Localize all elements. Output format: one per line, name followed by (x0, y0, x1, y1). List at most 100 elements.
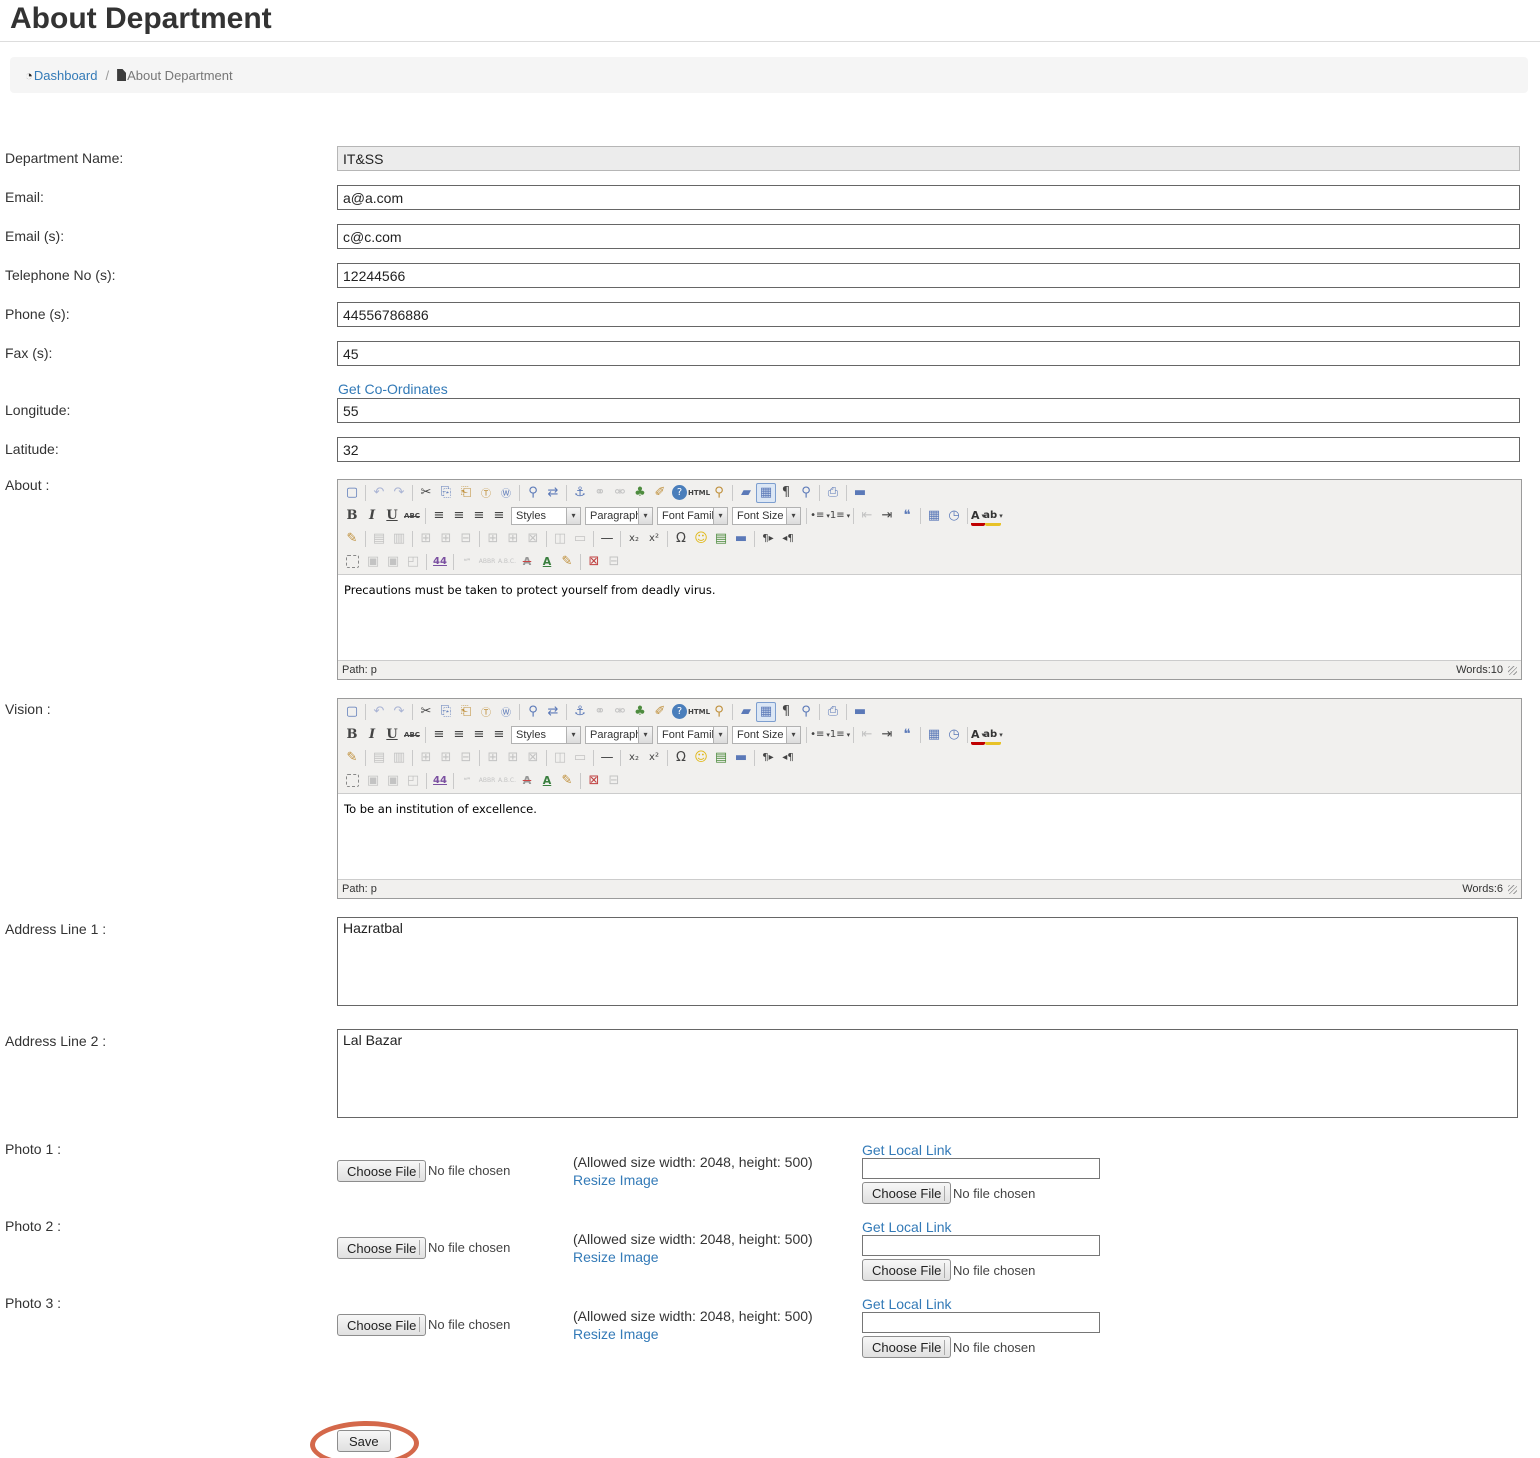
emotions-icon[interactable]: ☺ (691, 748, 711, 768)
photo1-resize-image-link[interactable]: Resize Image (573, 1172, 659, 1188)
paragraph-dropdown[interactable]: Paragraph▾ (585, 507, 653, 525)
image-icon[interactable]: ♣ (630, 702, 650, 722)
col-after-icon[interactable]: ⊞ (503, 529, 523, 549)
indent-icon[interactable]: ⇥ (877, 506, 897, 526)
move-forward-icon[interactable]: ▣ (363, 771, 383, 791)
emotions-icon[interactable]: ☺ (691, 529, 711, 549)
print-icon[interactable]: ⎙ (823, 483, 843, 503)
styles-dropdown[interactable]: Styles▾ (511, 507, 581, 525)
font-family-dropdown[interactable]: Font Family▾ (657, 726, 728, 744)
split-cells-icon[interactable]: ◫ (550, 748, 570, 768)
align-left-icon[interactable]: ≡ (429, 506, 449, 526)
paste-from-word-icon[interactable]: Ⓦ (496, 483, 516, 503)
photo3-get-local-link[interactable]: Get Local Link (862, 1296, 952, 1312)
preview-page-icon[interactable]: ⚲ (796, 483, 816, 503)
attribs-icon[interactable]: ✎ (557, 552, 577, 572)
email-input[interactable] (337, 185, 1520, 210)
align-center-icon[interactable]: ≡ (449, 506, 469, 526)
hr-icon[interactable]: — (597, 748, 617, 768)
photo1-choose-file-button[interactable]: Choose File (337, 1160, 426, 1182)
address2-textarea[interactable]: Lal Bazar (337, 1029, 1518, 1118)
pagebreak-icon[interactable]: ⊟ (604, 552, 624, 572)
abbr-icon[interactable]: ABBR (477, 552, 497, 572)
preview-page-icon[interactable]: ⚲ (796, 702, 816, 722)
acronym-icon[interactable]: A.B.C. (497, 771, 517, 791)
insert-table-icon[interactable]: ✎ (342, 748, 362, 768)
cut-icon[interactable]: ✂ (416, 483, 436, 503)
subscript-icon[interactable]: x₂ (624, 748, 644, 768)
latitude-input[interactable] (337, 437, 1520, 462)
ltr-icon[interactable]: ¶▸ (758, 748, 778, 768)
paste-icon[interactable]: ⎗ (456, 702, 476, 722)
fax-input[interactable] (337, 341, 1520, 366)
noembed-icon[interactable]: ⊠ (584, 771, 604, 791)
acronym-icon[interactable]: A.B.C. (497, 552, 517, 572)
insert-table-icon[interactable]: ✎ (342, 529, 362, 549)
paragraph-dropdown[interactable]: Paragraph▾ (585, 726, 653, 744)
photo2-local-link-input[interactable] (862, 1235, 1100, 1256)
ins-icon[interactable]: A (537, 552, 557, 572)
ltr-icon[interactable]: ¶▸ (758, 529, 778, 549)
underline-icon[interactable]: U (382, 506, 402, 526)
chevron-down-icon[interactable]: ▾ (713, 508, 727, 524)
photo3-local-link-input[interactable] (862, 1312, 1100, 1333)
redo-icon[interactable]: ↷ (389, 483, 409, 503)
link-icon[interactable]: ⚭ (590, 483, 610, 503)
align-justify-icon[interactable]: ≡ (489, 725, 509, 745)
chevron-down-icon[interactable]: ▾ (638, 508, 652, 524)
outdent-icon[interactable]: ⇤ (857, 506, 877, 526)
style-props-icon[interactable]: 44 (430, 771, 450, 791)
indent-icon[interactable]: ⇥ (877, 725, 897, 745)
row-before-icon[interactable]: ⊞ (416, 529, 436, 549)
visual-aid-icon[interactable]: ▦ (756, 702, 776, 722)
delete-row-icon[interactable]: ⊟ (456, 529, 476, 549)
del-icon[interactable]: A (517, 552, 537, 572)
unlink-icon[interactable]: ⚮ (610, 483, 630, 503)
col-before-icon[interactable]: ⊞ (483, 748, 503, 768)
photo2-get-local-link[interactable]: Get Local Link (862, 1219, 952, 1235)
backcolor-icon[interactable]: ab (985, 509, 1001, 526)
delete-col-icon[interactable]: ⊠ (523, 529, 543, 549)
hr-icon[interactable]: — (597, 529, 617, 549)
chevron-down-icon[interactable]: ▾ (786, 727, 800, 743)
charmap-icon[interactable]: Ω (671, 748, 691, 768)
move-backward-icon[interactable]: ▣ (383, 552, 403, 572)
print-icon[interactable]: ⎙ (823, 702, 843, 722)
photo3-local-choose-file-button[interactable]: Choose File (862, 1336, 951, 1358)
fullscreen-icon[interactable]: ▬ (850, 483, 870, 503)
bullet-list-icon[interactable]: •≡ (810, 725, 830, 745)
fullscreen-icon[interactable]: ▬ (850, 702, 870, 722)
link-icon[interactable]: ⚭ (590, 702, 610, 722)
emails-input[interactable] (337, 224, 1520, 249)
photo1-local-link-input[interactable] (862, 1158, 1100, 1179)
address1-textarea[interactable]: Hazratbal (337, 917, 1518, 1006)
insert-time-icon[interactable]: ◷ (944, 725, 964, 745)
insert-time-icon[interactable]: ◷ (944, 506, 964, 526)
find-icon[interactable]: ⚲ (523, 702, 543, 722)
save-button[interactable]: Save (337, 1430, 391, 1452)
about-editor-content[interactable]: Precautions must be taken to protect you… (338, 575, 1521, 660)
preview-icon[interactable]: ⚲ (709, 483, 729, 503)
superscript-icon[interactable]: x² (644, 529, 664, 549)
new-document-icon[interactable]: ▢ (342, 483, 362, 503)
charmap-icon[interactable]: Ω (671, 529, 691, 549)
col-after-icon[interactable]: ⊞ (503, 748, 523, 768)
ins-icon[interactable]: A (537, 771, 557, 791)
bold-icon[interactable]: B (342, 725, 362, 745)
col-before-icon[interactable]: ⊞ (483, 529, 503, 549)
show-blocks-icon[interactable]: ¶ (776, 702, 796, 722)
phone-input[interactable] (337, 302, 1520, 327)
font-family-dropdown[interactable]: Font Family▾ (657, 507, 728, 525)
align-right-icon[interactable]: ≡ (469, 725, 489, 745)
undo-icon[interactable]: ↶ (369, 702, 389, 722)
cleanup-icon[interactable]: ✐ (650, 483, 670, 503)
cut-icon[interactable]: ✂ (416, 702, 436, 722)
find-icon[interactable]: ⚲ (523, 483, 543, 503)
align-justify-icon[interactable]: ≡ (489, 506, 509, 526)
strikethrough-icon[interactable]: ABC (402, 725, 422, 745)
media-icon[interactable]: ▤ (711, 529, 731, 549)
blockquote-icon[interactable]: ❝ (897, 725, 917, 745)
numbered-list-icon[interactable]: 1≡ (830, 506, 850, 526)
breadcrumb-dashboard-link[interactable]: Dashboard (34, 68, 98, 83)
merge-cells-icon[interactable]: ▭ (570, 529, 590, 549)
